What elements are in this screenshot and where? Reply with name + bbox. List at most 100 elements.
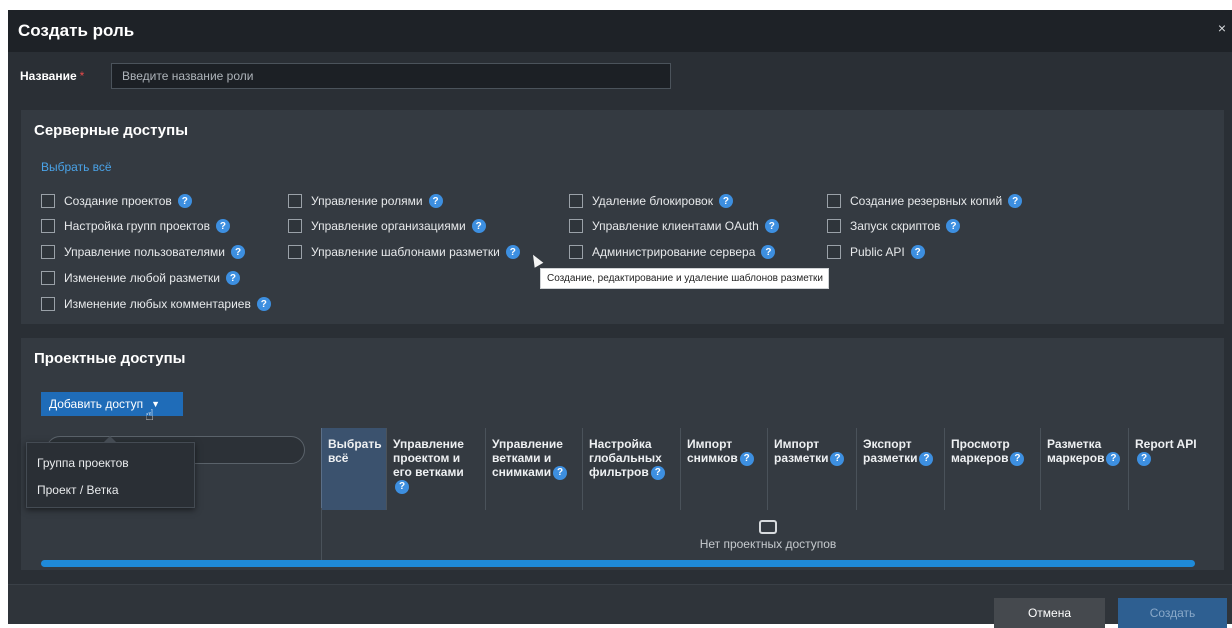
permission-label: Изменение любых комментариев — [64, 297, 251, 311]
close-icon[interactable]: × — [1218, 20, 1226, 36]
help-icon[interactable]: ? — [231, 245, 245, 259]
column-header-label: Просмотр маркеров — [951, 437, 1010, 465]
empty-state: Нет проектных доступов — [648, 520, 888, 551]
help-icon[interactable]: ? — [505, 245, 520, 259]
permission-checkbox[interactable] — [827, 194, 841, 208]
horizontal-scrollbar[interactable] — [41, 560, 1195, 567]
column-header: Импорт снимков? — [680, 428, 767, 510]
permission-label: Управление пользователями — [64, 245, 225, 259]
server-permission-item[interactable]: Создание проектов? — [41, 192, 192, 210]
add-access-label: Добавить доступ — [49, 397, 144, 411]
server-permission-item[interactable]: Настройка групп проектов? — [41, 217, 230, 235]
select-all-link[interactable]: Выбрать всё — [41, 160, 112, 174]
permission-label: Управление клиентами OAuth — [592, 219, 759, 233]
dropdown-item-project-branch[interactable]: Проект / Ветка — [37, 483, 119, 497]
help-icon[interactable]: ? — [428, 194, 443, 208]
help-icon[interactable]: ? — [764, 219, 779, 233]
help-icon[interactable]: ? — [256, 297, 271, 311]
help-icon[interactable]: ? — [1008, 194, 1023, 208]
permission-checkbox[interactable] — [827, 245, 841, 259]
server-permission-item[interactable]: Public API? — [827, 243, 925, 261]
help-icon[interactable]: ? — [910, 245, 925, 259]
permission-checkbox[interactable] — [569, 245, 583, 259]
server-permission-item[interactable]: Запуск скриптов? — [827, 217, 961, 235]
column-header: Разметка маркеров? — [1040, 428, 1128, 510]
create-role-dialog: Создать роль × Название * Серверные дост… — [8, 10, 1232, 628]
permission-label: Управление шаблонами разметки — [311, 245, 500, 259]
permission-label: Удаление блокировок — [592, 194, 713, 208]
help-icon[interactable]: ? — [177, 194, 192, 208]
permission-checkbox[interactable] — [288, 245, 302, 259]
help-icon[interactable]: ? — [1106, 451, 1121, 466]
help-icon[interactable]: ? — [946, 219, 961, 233]
help-icon[interactable]: ? — [830, 451, 845, 466]
server-access-title: Серверные доступы — [34, 122, 189, 139]
server-permission-item[interactable]: Управление ролями? — [288, 192, 443, 210]
server-permission-item[interactable]: Изменение любых комментариев? — [41, 295, 271, 313]
permission-checkbox[interactable] — [288, 219, 302, 233]
permission-label: Создание резервных копий — [850, 194, 1003, 208]
empty-state-text: Нет проектных доступов — [699, 537, 837, 551]
column-header-label: Импорт снимков — [687, 437, 738, 465]
add-access-dropdown: Группа проектов Проект / Ветка — [26, 436, 195, 508]
permission-label: Создание проектов — [64, 194, 172, 208]
add-access-button[interactable]: Добавить доступ ▼ — [41, 392, 183, 416]
help-icon[interactable]: ? — [471, 219, 486, 233]
server-permission-item[interactable]: Удаление блокировок? — [569, 192, 733, 210]
hand-cursor-icon: ☝ — [145, 407, 155, 424]
column-header: Управление проектом и его ветками? — [386, 428, 485, 510]
column-header-label: Разметка маркеров — [1047, 437, 1105, 465]
permission-checkbox[interactable] — [41, 271, 55, 285]
server-permission-item[interactable]: Управление организациями? — [288, 217, 486, 235]
column-header: Настройка глобальных фильтров? — [582, 428, 680, 510]
column-header-label: Импорт разметки — [774, 437, 829, 465]
required-mark: * — [79, 69, 85, 83]
permission-checkbox[interactable] — [288, 194, 302, 208]
server-permission-item[interactable]: Управление клиентами OAuth? — [569, 217, 779, 235]
help-icon[interactable]: ? — [919, 451, 934, 466]
permission-label: Настройка групп проектов — [64, 219, 210, 233]
server-permission-item[interactable]: Управление шаблонами разметки? — [288, 243, 520, 261]
help-icon[interactable]: ? — [1137, 451, 1151, 466]
permission-checkbox[interactable] — [41, 194, 55, 208]
table-divider — [321, 508, 322, 561]
server-permission-item[interactable]: Администрирование сервера? — [569, 243, 776, 261]
server-permission-item[interactable]: Управление пользователями? — [41, 243, 245, 261]
permission-label: Управление ролями — [311, 194, 423, 208]
server-access-panel: Серверные доступы Выбрать всё Создание п… — [21, 110, 1224, 324]
tooltip: Создание, редактирование и удаление шабл… — [540, 268, 829, 289]
help-icon[interactable]: ? — [225, 271, 240, 285]
permission-label: Администрирование сервера — [592, 245, 756, 259]
permission-label: Изменение любой разметки — [64, 271, 220, 285]
dialog-footer: Отмена Создать — [8, 584, 1232, 628]
help-icon[interactable]: ? — [395, 479, 409, 494]
server-permission-item[interactable]: Изменение любой разметки? — [41, 269, 240, 287]
permission-label: Public API — [850, 245, 905, 259]
name-label: Название — [20, 69, 77, 83]
column-header: Выбрать всё — [321, 428, 386, 510]
server-permission-item[interactable]: Создание резервных копий? — [827, 192, 1023, 210]
column-header: Управление ветками и снимками? — [485, 428, 582, 510]
help-icon[interactable]: ? — [1010, 451, 1025, 466]
column-header: Импорт разметки? — [767, 428, 856, 510]
help-icon[interactable]: ? — [739, 451, 754, 466]
help-icon[interactable]: ? — [761, 245, 776, 259]
permission-checkbox[interactable] — [41, 297, 55, 311]
role-name-input[interactable] — [111, 63, 671, 89]
column-header: Экспорт разметки? — [856, 428, 944, 510]
dropdown-item-project-group[interactable]: Группа проектов — [37, 456, 129, 470]
permission-checkbox[interactable] — [41, 245, 55, 259]
permission-checkbox[interactable] — [569, 219, 583, 233]
help-icon[interactable]: ? — [553, 465, 568, 480]
column-header-label: Экспорт разметки — [863, 437, 918, 465]
help-icon[interactable]: ? — [650, 465, 665, 480]
help-icon[interactable]: ? — [215, 219, 230, 233]
help-icon[interactable]: ? — [718, 194, 733, 208]
column-header-label: Выбрать всё — [328, 437, 382, 465]
permission-checkbox[interactable] — [827, 219, 841, 233]
inbox-icon — [759, 520, 777, 534]
column-header-label: Report API — [1135, 437, 1197, 451]
permission-checkbox[interactable] — [41, 219, 55, 233]
column-header: Просмотр маркеров? — [944, 428, 1040, 510]
permission-checkbox[interactable] — [569, 194, 583, 208]
